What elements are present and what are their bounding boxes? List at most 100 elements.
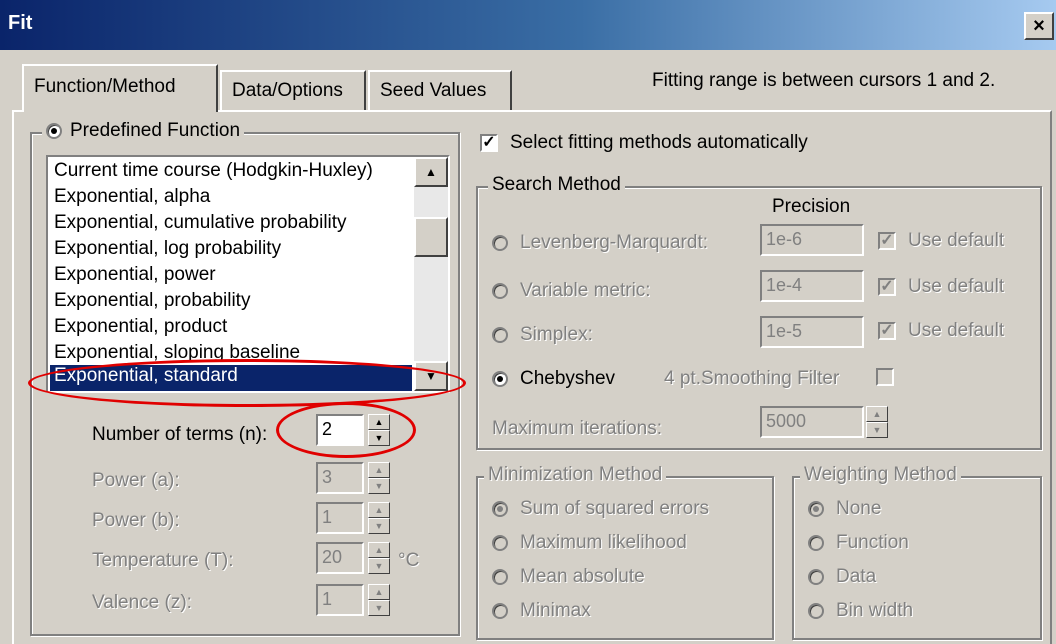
temperature-spinner[interactable]: ▲ ▼ xyxy=(368,542,390,574)
tab-seed-values[interactable]: Seed Values xyxy=(368,70,512,110)
spin-up-icon[interactable]: ▲ xyxy=(866,406,888,422)
radio-mean-absolute[interactable]: Mean absolute xyxy=(492,566,645,588)
option-label: Mean absolute xyxy=(520,566,645,587)
spin-down-icon[interactable]: ▼ xyxy=(866,422,888,438)
tab-function-method[interactable]: Function/Method xyxy=(22,64,218,112)
use-default-label: Use default xyxy=(908,276,1005,297)
power-b-input[interactable]: 1 xyxy=(316,502,364,534)
smoothing-filter-label: 4 pt.Smoothing Filter xyxy=(664,368,840,389)
scroll-up-button[interactable]: ▲ xyxy=(414,157,448,187)
radio-icon xyxy=(492,371,508,387)
valence-spinner[interactable]: ▲ ▼ xyxy=(368,584,390,616)
power-a-input[interactable]: 3 xyxy=(316,462,364,494)
radio-variable-metric[interactable]: Variable metric: xyxy=(492,280,651,302)
weighting-method-legend: Weighting Method xyxy=(800,464,961,486)
title-bar[interactable] xyxy=(0,0,1056,50)
method-label: Chebyshev xyxy=(520,368,616,389)
option-label: Function xyxy=(836,532,909,553)
max-iterations-input[interactable]: 5000 xyxy=(760,406,864,438)
auto-methods-checkbox[interactable]: ✓ Select fitting methods automatically xyxy=(480,132,808,154)
precision-input-vm[interactable]: 1e-4 xyxy=(760,270,864,302)
triangle-up-icon: ▲ xyxy=(425,165,437,179)
list-item[interactable]: Exponential, power xyxy=(54,264,216,290)
radio-maximum-likelihood[interactable]: Maximum likelihood xyxy=(492,532,687,554)
radio-simplex[interactable]: Simplex: xyxy=(492,324,593,346)
close-icon: × xyxy=(1033,15,1045,37)
radio-icon xyxy=(492,603,508,619)
function-list[interactable]: Current time course (Hodgkin-Huxley) Exp… xyxy=(46,155,450,393)
use-default-vm[interactable]: ✓ Use default xyxy=(878,276,1004,298)
list-item[interactable]: Exponential, alpha xyxy=(54,186,210,212)
list-item[interactable]: Exponential, log probability xyxy=(54,238,281,264)
radio-icon xyxy=(46,123,62,139)
search-method-legend: Search Method xyxy=(488,174,625,196)
radio-levenberg-marquardt[interactable]: Levenberg-Marquardt: xyxy=(492,232,708,254)
list-item[interactable]: Exponential, cumulative probability xyxy=(54,212,347,238)
radio-icon xyxy=(808,501,824,517)
radio-weight-function[interactable]: Function xyxy=(808,532,909,554)
radio-icon xyxy=(492,569,508,585)
option-label: None xyxy=(836,498,882,519)
radio-icon xyxy=(808,569,824,585)
checkmark-icon: ✓ xyxy=(878,232,896,250)
radio-icon xyxy=(492,327,508,343)
spin-down-icon[interactable]: ▼ xyxy=(368,600,390,616)
option-label: Bin width xyxy=(836,600,914,621)
spin-up-icon[interactable]: ▲ xyxy=(368,502,390,518)
tab-label: Data/Options xyxy=(232,80,343,101)
option-label: Minimax xyxy=(520,600,591,621)
precision-input-lm[interactable]: 1e-6 xyxy=(760,224,864,256)
spin-up-icon[interactable]: ▲ xyxy=(368,584,390,600)
spin-down-icon[interactable]: ▼ xyxy=(368,478,390,494)
smoothing-filter-checkbox[interactable] xyxy=(876,368,894,386)
max-iterations-label: Maximum iterations: xyxy=(492,418,662,439)
spin-down-icon[interactable]: ▼ xyxy=(368,518,390,534)
param-label-power-a: Power (a): xyxy=(92,470,180,491)
spin-up-icon[interactable]: ▲ xyxy=(368,462,390,478)
temperature-input[interactable]: 20 xyxy=(316,542,364,574)
window-title: Fit xyxy=(8,12,33,34)
use-default-simplex[interactable]: ✓ Use default xyxy=(878,320,1004,342)
close-button[interactable]: × xyxy=(1024,12,1054,40)
radio-minimax[interactable]: Minimax xyxy=(492,600,591,622)
checkmark-icon: ✓ xyxy=(878,278,896,296)
power-b-spinner[interactable]: ▲ ▼ xyxy=(368,502,390,534)
spin-down-icon[interactable]: ▼ xyxy=(368,558,390,574)
scroll-thumb[interactable] xyxy=(414,217,448,257)
spin-up-icon[interactable]: ▲ xyxy=(368,542,390,558)
radio-chebyshev[interactable]: Chebyshev xyxy=(492,368,615,390)
minimization-method-legend: Minimization Method xyxy=(484,464,667,486)
use-default-label: Use default xyxy=(908,230,1005,251)
option-label: Sum of squared errors xyxy=(520,498,710,519)
list-scrollbar[interactable]: ▲ ▼ xyxy=(414,157,448,391)
radio-weight-none[interactable]: None xyxy=(808,498,881,520)
tab-label: Seed Values xyxy=(380,80,487,101)
list-item[interactable]: Current time course (Hodgkin-Huxley) xyxy=(54,160,373,186)
param-label-power-b: Power (b): xyxy=(92,510,180,531)
predefined-function-radio[interactable]: Predefined Function xyxy=(42,120,245,142)
fitting-range-note: Fitting range is between cursors 1 and 2… xyxy=(652,70,996,91)
radio-icon xyxy=(808,603,824,619)
option-label: Data xyxy=(836,566,877,587)
radio-weight-data[interactable]: Data xyxy=(808,566,876,588)
power-a-spinner[interactable]: ▲ ▼ xyxy=(368,462,390,494)
list-item[interactable]: Exponential, probability xyxy=(54,290,250,316)
param-label-terms: Number of terms (n): xyxy=(92,424,268,445)
checkmark-icon: ✓ xyxy=(878,322,896,340)
radio-weight-bin-width[interactable]: Bin width xyxy=(808,600,913,622)
valence-input[interactable]: 1 xyxy=(316,584,364,616)
list-item[interactable]: Exponential, product xyxy=(54,316,227,342)
method-label: Variable metric: xyxy=(520,280,651,301)
option-label: Maximum likelihood xyxy=(520,532,687,553)
radio-icon xyxy=(808,535,824,551)
tab-data-options[interactable]: Data/Options xyxy=(220,70,366,110)
precision-header: Precision xyxy=(772,196,851,217)
annotation-ellipse-terms xyxy=(276,402,416,458)
method-label: Simplex: xyxy=(520,324,593,345)
use-default-lm[interactable]: ✓ Use default xyxy=(878,230,1004,252)
radio-sum-squared-errors[interactable]: Sum of squared errors xyxy=(492,498,709,520)
auto-methods-label: Select fitting methods automatically xyxy=(510,132,808,153)
precision-input-simplex[interactable]: 1e-5 xyxy=(760,316,864,348)
predefined-function-label: Predefined Function xyxy=(70,120,241,141)
max-iterations-spinner[interactable]: ▲ ▼ xyxy=(866,406,888,438)
